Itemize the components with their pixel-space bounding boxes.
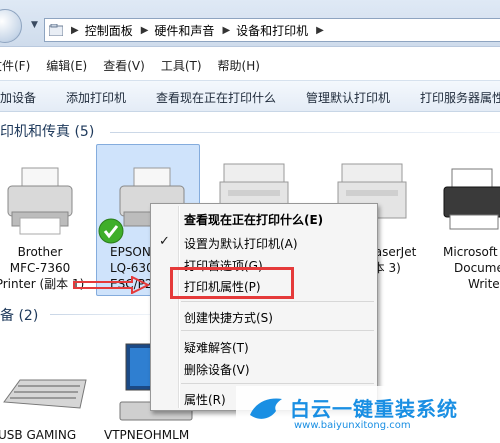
menu-separator: [181, 301, 374, 302]
keyboard-icon[interactable]: [0, 372, 90, 422]
breadcrumb-separator-icon[interactable]: ▶: [316, 25, 324, 36]
bird-logo-icon: [250, 398, 282, 419]
watermark-url: www.baiyunxitong.com: [294, 420, 411, 431]
control-panel-icon: [49, 24, 63, 36]
context-menu: 查看现在正在打印什么(E) ✓ 设置为默认打印机(A) 打印首选项(G) 打印机…: [150, 203, 378, 411]
breadcrumb-hardware-sound[interactable]: 硬件和声音: [154, 22, 214, 39]
address-bar[interactable]: ▶ 控制面板 ▶ 硬件和声音 ▶ 设备和打印机 ▶: [44, 18, 500, 42]
highlight-box-annotation: [170, 267, 294, 299]
menu-set-default-printer[interactable]: 设置为默认打印机(A): [184, 235, 298, 252]
device-label-usb-gaming: USB GAMING: [0, 428, 77, 442]
printer-icon[interactable]: [0, 160, 80, 240]
breadcrumb-devices-printers[interactable]: 设备和打印机: [236, 22, 308, 39]
device-label-vtpneohmlm: VTPNEOHMLM: [104, 428, 190, 442]
menu-remove-device[interactable]: 删除设备(V): [184, 361, 250, 378]
device-label-microsoft: Microsoft Document Writer: [443, 245, 500, 291]
menu-help[interactable]: 帮助(H): [218, 57, 268, 74]
breadcrumb-separator-icon[interactable]: ▶: [222, 25, 230, 36]
menu-bar: 文件(F) 编辑(E) 查看(V) 工具(T) 帮助(H): [0, 54, 500, 76]
menu-tools[interactable]: 工具(T): [161, 57, 210, 74]
menu-separator: [181, 330, 374, 331]
group-divider: [110, 132, 500, 133]
breadcrumb-separator-icon[interactable]: ▶: [71, 25, 79, 36]
printers-group-header[interactable]: 打印机和传真 (5): [0, 121, 94, 141]
menu-file[interactable]: 文件(F): [0, 57, 38, 74]
breadcrumb-separator-icon[interactable]: ▶: [141, 25, 149, 36]
manage-default-printers-button[interactable]: 管理默认打印机: [306, 89, 390, 106]
watermark-title: 白云一键重装系统: [290, 397, 458, 421]
menu-troubleshoot[interactable]: 疑难解答(T): [184, 339, 249, 356]
menu-see-whats-printing[interactable]: 查看现在正在打印什么(E): [184, 211, 323, 228]
breadcrumb-control-panel[interactable]: 控制面板: [85, 22, 133, 39]
menu-create-shortcut[interactable]: 创建快捷方式(S): [184, 309, 273, 326]
print-server-properties-button[interactable]: 打印服务器属性: [420, 89, 500, 106]
group-divider: [50, 314, 150, 315]
checkmark-icon: ✓: [159, 234, 170, 249]
menu-gutter: [178, 206, 180, 408]
see-whats-printing-button[interactable]: 查看现在正在打印什么: [156, 89, 276, 106]
menu-separator: [181, 383, 374, 384]
menu-edit[interactable]: 编辑(E): [46, 57, 95, 74]
menu-properties[interactable]: 属性(R): [184, 391, 226, 408]
add-device-button[interactable]: 添加设备: [0, 89, 36, 106]
nav-history-dropdown-icon[interactable]: ▼: [31, 20, 38, 30]
default-printer-check-icon: [98, 218, 124, 244]
add-printer-button[interactable]: 添加打印机: [66, 89, 126, 106]
menu-view[interactable]: 查看(V): [103, 57, 153, 74]
red-arrow-annotation: [73, 276, 151, 294]
printer-icon[interactable]: [440, 165, 500, 235]
devices-group-header[interactable]: 设备 (2): [0, 305, 38, 325]
command-toolbar: 添加设备 添加打印机 查看现在正在打印什么 管理默认打印机 打印服务器属性: [0, 80, 500, 112]
